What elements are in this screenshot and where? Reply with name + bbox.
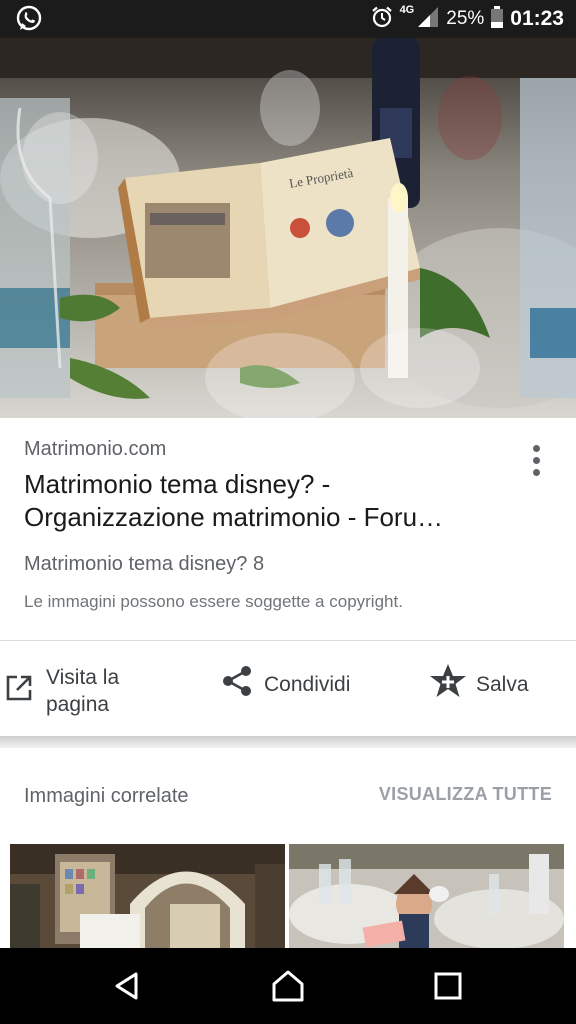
share-icon bbox=[220, 664, 254, 704]
result-title-line-2: Organizzazione matrimonio - Foru… bbox=[24, 502, 444, 532]
section-separator bbox=[0, 736, 576, 748]
related-image-thumbnail[interactable] bbox=[289, 844, 564, 948]
result-subtitle: Matrimonio tema disney? 8 bbox=[24, 553, 265, 575]
save-label: Salva bbox=[476, 672, 529, 696]
result-title[interactable]: Matrimonio tema disney? - Organizzazione… bbox=[24, 468, 524, 534]
see-all-button[interactable]: VISUALIZZA TUTTE bbox=[379, 784, 552, 805]
related-images-heading: Immagini correlate bbox=[24, 785, 189, 807]
open-in-new-icon bbox=[4, 673, 34, 709]
network-type-label: 4G bbox=[399, 4, 415, 16]
result-source[interactable]: Matrimonio.com bbox=[24, 438, 166, 461]
related-image-thumbnail[interactable] bbox=[10, 844, 285, 948]
whatsapp-icon bbox=[14, 4, 44, 34]
battery-icon bbox=[490, 5, 504, 34]
result-title-line-1: Matrimonio tema disney? - bbox=[24, 469, 331, 499]
visit-label-line-1: Visita la bbox=[46, 666, 120, 689]
back-icon[interactable] bbox=[106, 966, 150, 1006]
divider bbox=[0, 640, 576, 641]
more-vert-icon[interactable] bbox=[520, 440, 552, 480]
result-image[interactable]: Le Proprietà bbox=[0, 38, 576, 418]
status-bar: 4G 25% 01:23 bbox=[0, 0, 576, 38]
share-button[interactable]: Condividi bbox=[220, 664, 350, 704]
copyright-notice: Le immagini possono essere soggette a co… bbox=[24, 592, 403, 611]
clock: 01:23 bbox=[510, 7, 564, 30]
visit-label-line-2: pagina bbox=[46, 693, 110, 716]
save-button[interactable]: Salva bbox=[428, 662, 529, 706]
battery-percent: 25% bbox=[446, 8, 485, 29]
share-label: Condividi bbox=[264, 672, 351, 696]
visit-page-label: Visita la pagina bbox=[46, 664, 156, 718]
star-add-icon bbox=[428, 662, 468, 706]
signal-icon bbox=[416, 5, 440, 34]
navigation-bar bbox=[0, 948, 576, 1024]
alarm-icon bbox=[370, 5, 394, 34]
visit-page-button[interactable]: Visita la pagina bbox=[4, 664, 156, 718]
recent-apps-icon[interactable] bbox=[426, 966, 470, 1006]
home-icon[interactable] bbox=[266, 966, 310, 1006]
